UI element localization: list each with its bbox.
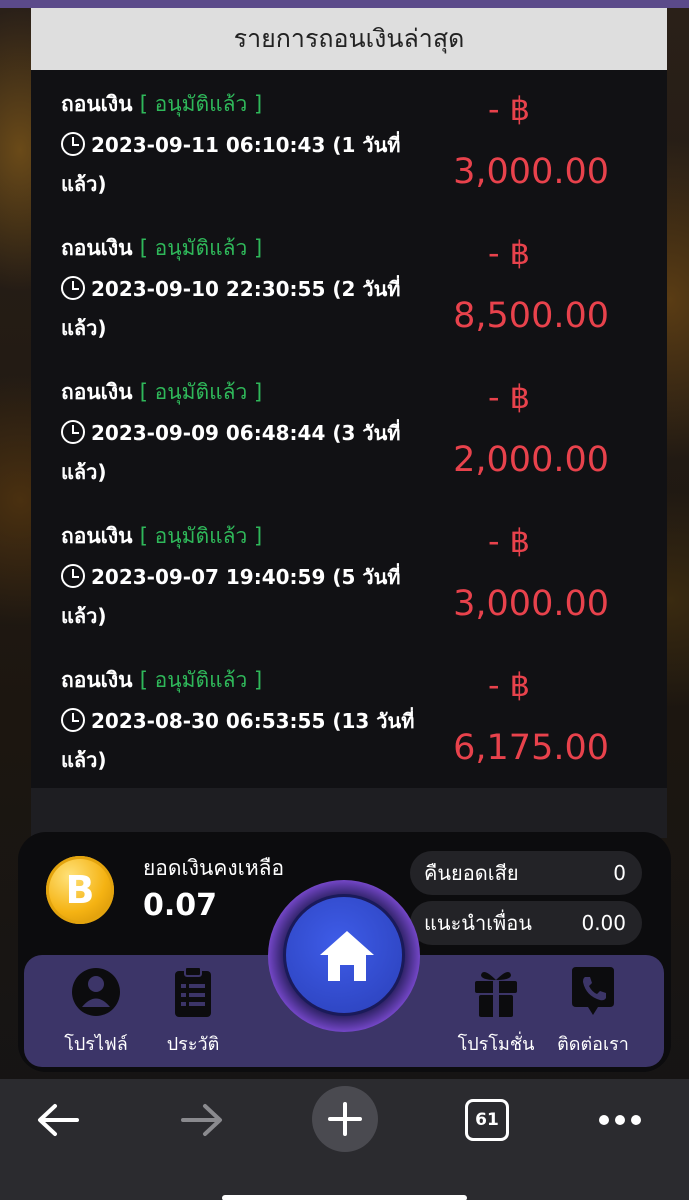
clipboard-icon: [175, 966, 211, 1017]
currency-sign: - ฿: [487, 378, 531, 416]
tab-count: 61: [465, 1099, 509, 1141]
new-tab-button[interactable]: [312, 1086, 378, 1152]
status-badge: [ อนุมัติแล้ว ]: [139, 668, 263, 692]
balance-value: 0.07: [143, 888, 218, 923]
referral-pill[interactable]: แนะนำเพื่อน 0.00: [410, 901, 642, 945]
currency-sign: - ฿: [487, 234, 531, 272]
withdrawal-list[interactable]: ถอนเงิน [ อนุมัติแล้ว ] 2023-09-11 06:10…: [31, 70, 667, 788]
transaction-amount: 3,000.00: [453, 584, 609, 624]
more-menu-button[interactable]: [590, 1088, 650, 1152]
home-icon: [320, 931, 374, 981]
cashback-label: คืนยอดเสีย: [424, 861, 519, 885]
clock-icon: [61, 132, 85, 156]
clock-icon: [61, 420, 85, 444]
status-badge: [ อนุมัติแล้ว ]: [139, 92, 263, 116]
clock-icon: [61, 564, 85, 588]
transaction-type: ถอนเงิน: [61, 380, 133, 404]
list-item: ถอนเงิน [ อนุมัติแล้ว ] 2023-09-11 06:10…: [31, 70, 667, 214]
status-badge: [ อนุมัติแล้ว ]: [139, 236, 263, 260]
tabs-button[interactable]: 61: [462, 1088, 512, 1152]
status-badge: [ อนุมัติแล้ว ]: [139, 380, 263, 404]
clock-icon: [61, 708, 85, 732]
nav-promotions-label: โปรโมชั่น: [457, 1034, 535, 1055]
page-title: รายการถอนเงินล่าสุด: [31, 8, 667, 70]
transaction-datetime: 2023-09-11 06:10:43: [91, 133, 326, 157]
list-item: ถอนเงิน [ อนุมัติแล้ว ] 2023-09-07 19:40…: [31, 502, 667, 646]
transaction-type: ถอนเงิน: [61, 236, 133, 260]
gift-icon: [475, 971, 517, 1017]
clock-icon: [61, 276, 85, 300]
list-item: ถอนเงิน [ อนุมัติแล้ว ] 2023-09-10 22:30…: [31, 214, 667, 358]
nav-contact-label: ติดต่อเรา: [557, 1034, 629, 1055]
home-button[interactable]: [283, 894, 405, 1016]
phone-chat-icon: [572, 967, 614, 1015]
cashback-pill[interactable]: คืนยอดเสีย 0: [410, 851, 642, 895]
nav-history-label: ประวัติ: [166, 1034, 220, 1055]
plus-icon: [328, 1102, 362, 1136]
arrow-right-icon: [181, 1104, 222, 1136]
top-accent-bar: [0, 0, 689, 8]
transaction-type: ถอนเงิน: [61, 524, 133, 548]
cashback-value: 0: [613, 861, 626, 885]
referral-label: แนะนำเพื่อน: [424, 911, 532, 935]
currency-sign: - ฿: [487, 522, 531, 560]
user-icon: [72, 968, 120, 1016]
list-item: ถอนเงิน [ อนุมัติแล้ว ] 2023-09-09 06:48…: [31, 358, 667, 502]
back-button[interactable]: [28, 1088, 88, 1152]
list-footer: [31, 788, 667, 838]
transaction-amount: 6,175.00: [453, 728, 609, 768]
currency-sign: - ฿: [487, 666, 531, 704]
transaction-type: ถอนเงิน: [61, 668, 133, 692]
transaction-datetime: 2023-09-07 19:40:59: [91, 565, 326, 589]
transaction-datetime: 2023-09-09 06:48:44: [91, 421, 326, 445]
transaction-amount: 3,000.00: [453, 152, 609, 192]
transaction-amount: 8,500.00: [453, 296, 609, 336]
forward-button[interactable]: [172, 1088, 232, 1152]
referral-value: 0.00: [581, 911, 626, 935]
transaction-amount: 2,000.00: [453, 440, 609, 480]
home-indicator: [222, 1195, 467, 1200]
balance-label: ยอดเงินคงเหลือ: [143, 856, 285, 880]
transaction-datetime: 2023-09-10 22:30:55: [91, 277, 326, 301]
currency-sign: - ฿: [487, 90, 531, 128]
more-dots-icon: [599, 1115, 641, 1125]
list-item: ถอนเงิน [ อนุมัติแล้ว ] 2023-08-30 06:53…: [31, 646, 667, 790]
nav-profile-label: โปรไฟล์: [64, 1034, 128, 1055]
arrow-left-icon: [38, 1104, 79, 1136]
bitcoin-coin-icon: B: [46, 856, 114, 924]
transaction-type: ถอนเงิน: [61, 92, 133, 116]
status-badge: [ อนุมัติแล้ว ]: [139, 524, 263, 548]
transaction-datetime: 2023-08-30 06:53:55: [91, 709, 326, 733]
